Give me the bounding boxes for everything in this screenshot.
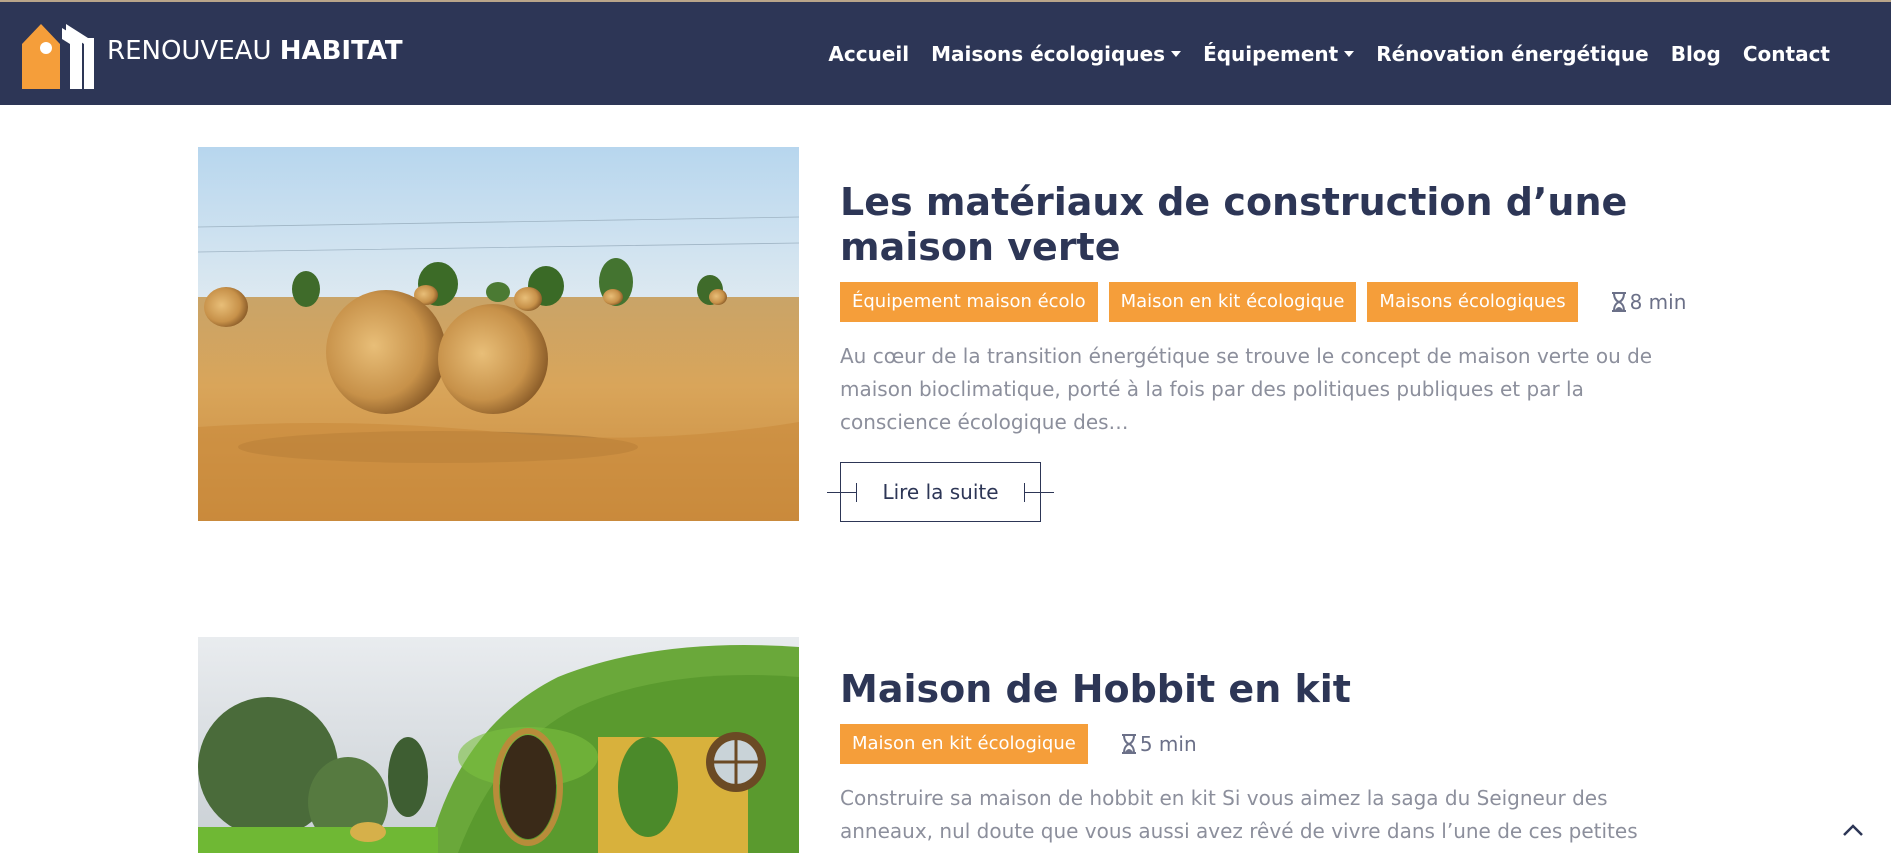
post-thumbnail-hobbit-house[interactable]: [198, 637, 799, 853]
hourglass-icon: [1121, 734, 1136, 754]
nav-label: Maisons écologiques: [931, 42, 1166, 66]
chevron-down-icon: [1171, 51, 1182, 57]
chevron-down-icon: [1344, 51, 1355, 57]
post-content: Les matériaux de construction d’une mais…: [827, 147, 1686, 522]
hobbit-house-image: [198, 637, 799, 853]
chevron-up-icon[interactable]: [1838, 819, 1868, 841]
nav-item-accueil[interactable]: Accueil: [828, 42, 909, 66]
post-title[interactable]: Les matériaux de construction d’une mais…: [840, 180, 1680, 270]
read-time-value: 5 min: [1139, 732, 1197, 756]
brand-bold: HABITAT: [279, 36, 403, 66]
post-content: Maison de Hobbit en kit Maison en kit éc…: [840, 637, 1680, 853]
nav-label: Blog: [1670, 42, 1721, 66]
house-logo-icon[interactable]: [22, 20, 94, 89]
nav-item-renovation[interactable]: Rénovation énergétique: [1376, 42, 1648, 66]
main-nav: Accueil Maisons écologiques Équipement R…: [806, 42, 1830, 66]
read-more-button[interactable]: Lire la suite: [827, 462, 1054, 522]
nav-item-blog[interactable]: Blog: [1671, 42, 1721, 66]
post-title[interactable]: Maison de Hobbit en kit: [840, 667, 1680, 712]
tag-maisons-ecologiques[interactable]: Maisons écologiques: [1367, 282, 1578, 322]
read-time-value: 8 min: [1629, 290, 1687, 314]
post-excerpt: Au cœur de la transition énergétique se …: [840, 344, 1653, 434]
post-tags: Maison en kit écologique 5 min: [840, 724, 1680, 764]
brand-name[interactable]: RENOUVEAU HABITAT: [107, 36, 403, 66]
read-time: 8 min: [1611, 290, 1687, 314]
nav-item-maisons-ecologiques[interactable]: Maisons écologiques: [931, 42, 1182, 66]
nav-label: Contact: [1742, 42, 1830, 66]
decorative-line: [1024, 483, 1054, 502]
read-more-label: Lire la suite: [882, 480, 999, 504]
post-tags: Équipement maison écolo Maison en kit éc…: [840, 282, 1686, 322]
nav-label: Équipement: [1203, 42, 1339, 66]
nav-item-equipement[interactable]: Équipement: [1203, 42, 1355, 66]
nav-label: Rénovation énergétique: [1376, 42, 1649, 66]
hourglass-icon: [1611, 292, 1626, 312]
brand-light: RENOUVEAU: [107, 36, 272, 66]
hay-field-image: [198, 147, 799, 521]
tag-equipement-maison-ecolo[interactable]: Équipement maison écolo: [840, 282, 1098, 322]
read-time: 5 min: [1121, 732, 1197, 756]
decorative-line: [827, 483, 857, 502]
tag-maison-en-kit[interactable]: Maison en kit écologique: [840, 724, 1088, 764]
nav-label: Accueil: [828, 42, 910, 66]
tag-maison-en-kit[interactable]: Maison en kit écologique: [1108, 282, 1357, 322]
post-thumbnail-hay-bales[interactable]: [198, 147, 799, 521]
site-header: RENOUVEAU HABITAT Accueil Maisons écolog…: [0, 2, 1891, 105]
post-excerpt: Construire sa maison de hobbit en kit Si…: [840, 786, 1638, 853]
nav-item-contact[interactable]: Contact: [1743, 42, 1830, 66]
